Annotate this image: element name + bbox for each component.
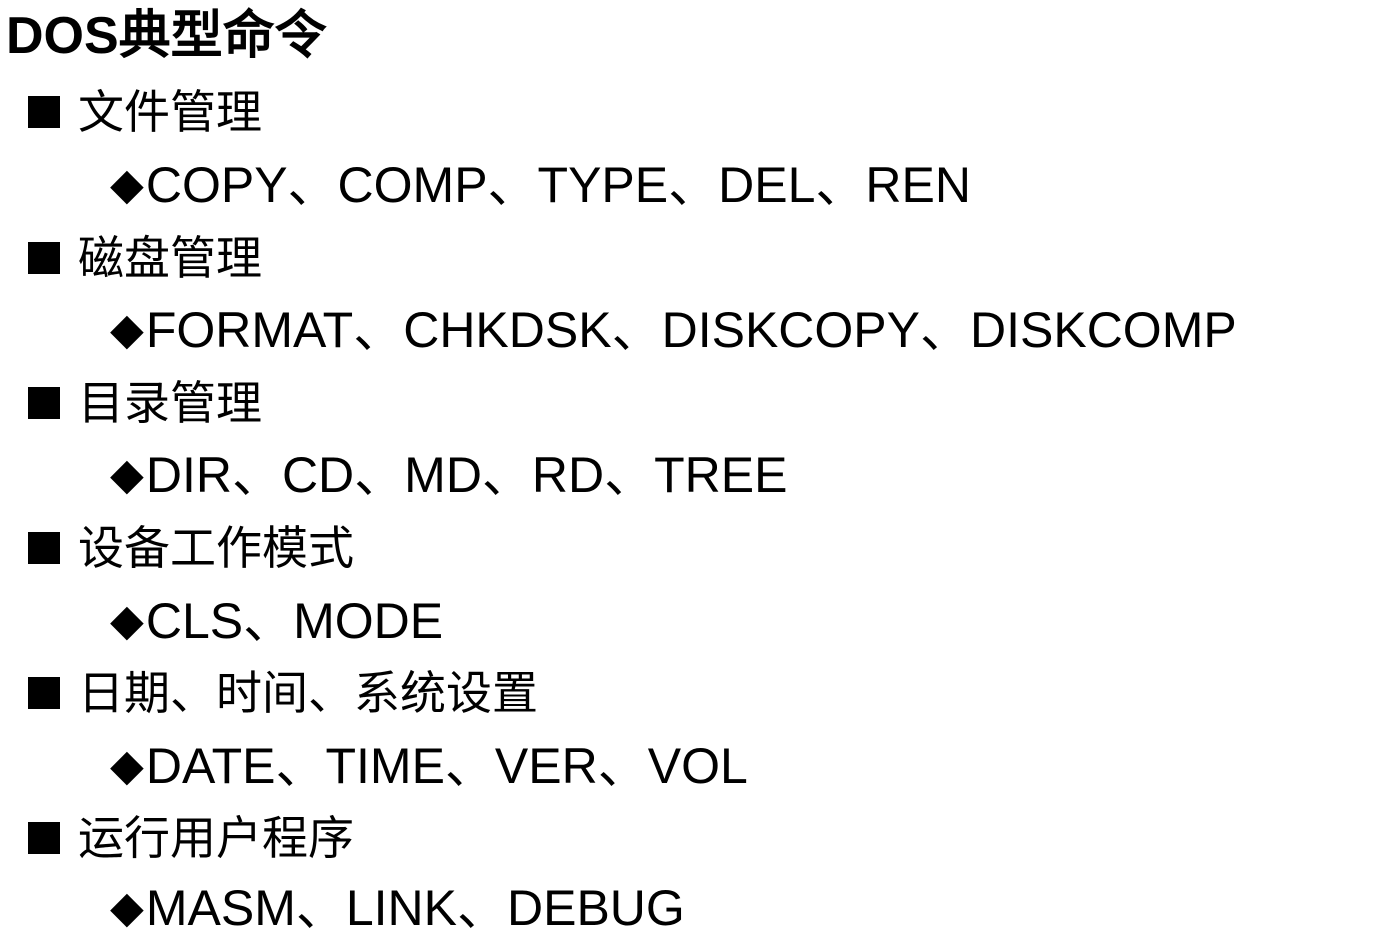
group-heading-file-management: 文件管理	[28, 82, 262, 142]
square-bullet-icon	[28, 242, 60, 274]
diamond-bullet-icon: ◆	[110, 449, 144, 500]
diamond-bullet-icon: ◆	[110, 159, 144, 210]
diamond-bullet-icon: ◆	[110, 595, 144, 646]
group-heading-label: 设备工作模式	[78, 521, 354, 575]
square-bullet-icon	[28, 822, 60, 854]
group-commands-directory-management: ◆ DIR、CD、MD、RD、TREE	[110, 445, 788, 505]
diamond-bullet-icon: ◆	[110, 882, 144, 933]
slide: DOS典型命令 文件管理 ◆ COPY、COMP、TYPE、DEL、REN 磁盘…	[0, 0, 1383, 938]
group-commands-file-management: ◆ COPY、COMP、TYPE、DEL、REN	[110, 155, 971, 215]
group-commands-text: COPY、COMP、TYPE、DEL、REN	[145, 157, 971, 213]
square-bullet-icon	[28, 387, 60, 419]
group-heading-label: 运行用户程序	[78, 811, 354, 865]
group-heading-label: 文件管理	[78, 85, 262, 139]
group-heading-disk-management: 磁盘管理	[28, 228, 262, 288]
square-bullet-icon	[28, 96, 60, 128]
group-commands-disk-management: ◆ FORMAT、CHKDSK、DISKCOPY、DISKCOMP	[110, 300, 1237, 360]
group-commands-text: DATE、TIME、VER、VOL	[145, 738, 748, 794]
group-heading-label: 目录管理	[78, 376, 262, 430]
group-heading-run-user-programs: 运行用户程序	[28, 808, 354, 868]
group-heading-date-time-system: 日期、时间、系统设置	[28, 663, 538, 723]
square-bullet-icon	[28, 677, 60, 709]
group-commands-text: DIR、CD、MD、RD、TREE	[145, 447, 788, 503]
group-commands-text: MASM、LINK、DEBUG	[145, 880, 685, 936]
group-commands-date-time-system: ◆ DATE、TIME、VER、VOL	[110, 736, 748, 796]
group-commands-text: FORMAT、CHKDSK、DISKCOPY、DISKCOMP	[145, 302, 1237, 358]
square-bullet-icon	[28, 532, 60, 564]
group-heading-label: 磁盘管理	[78, 231, 262, 285]
diamond-bullet-icon: ◆	[110, 740, 144, 791]
group-commands-text: CLS、MODE	[145, 593, 444, 649]
group-heading-directory-management: 目录管理	[28, 373, 262, 433]
slide-title: DOS典型命令	[6, 7, 327, 65]
group-heading-label: 日期、时间、系统设置	[78, 666, 538, 720]
diamond-bullet-icon: ◆	[110, 304, 144, 355]
group-commands-device-mode: ◆ CLS、MODE	[110, 591, 443, 651]
group-commands-run-user-programs: ◆ MASM、LINK、DEBUG	[110, 878, 685, 938]
group-heading-device-mode: 设备工作模式	[28, 518, 354, 578]
